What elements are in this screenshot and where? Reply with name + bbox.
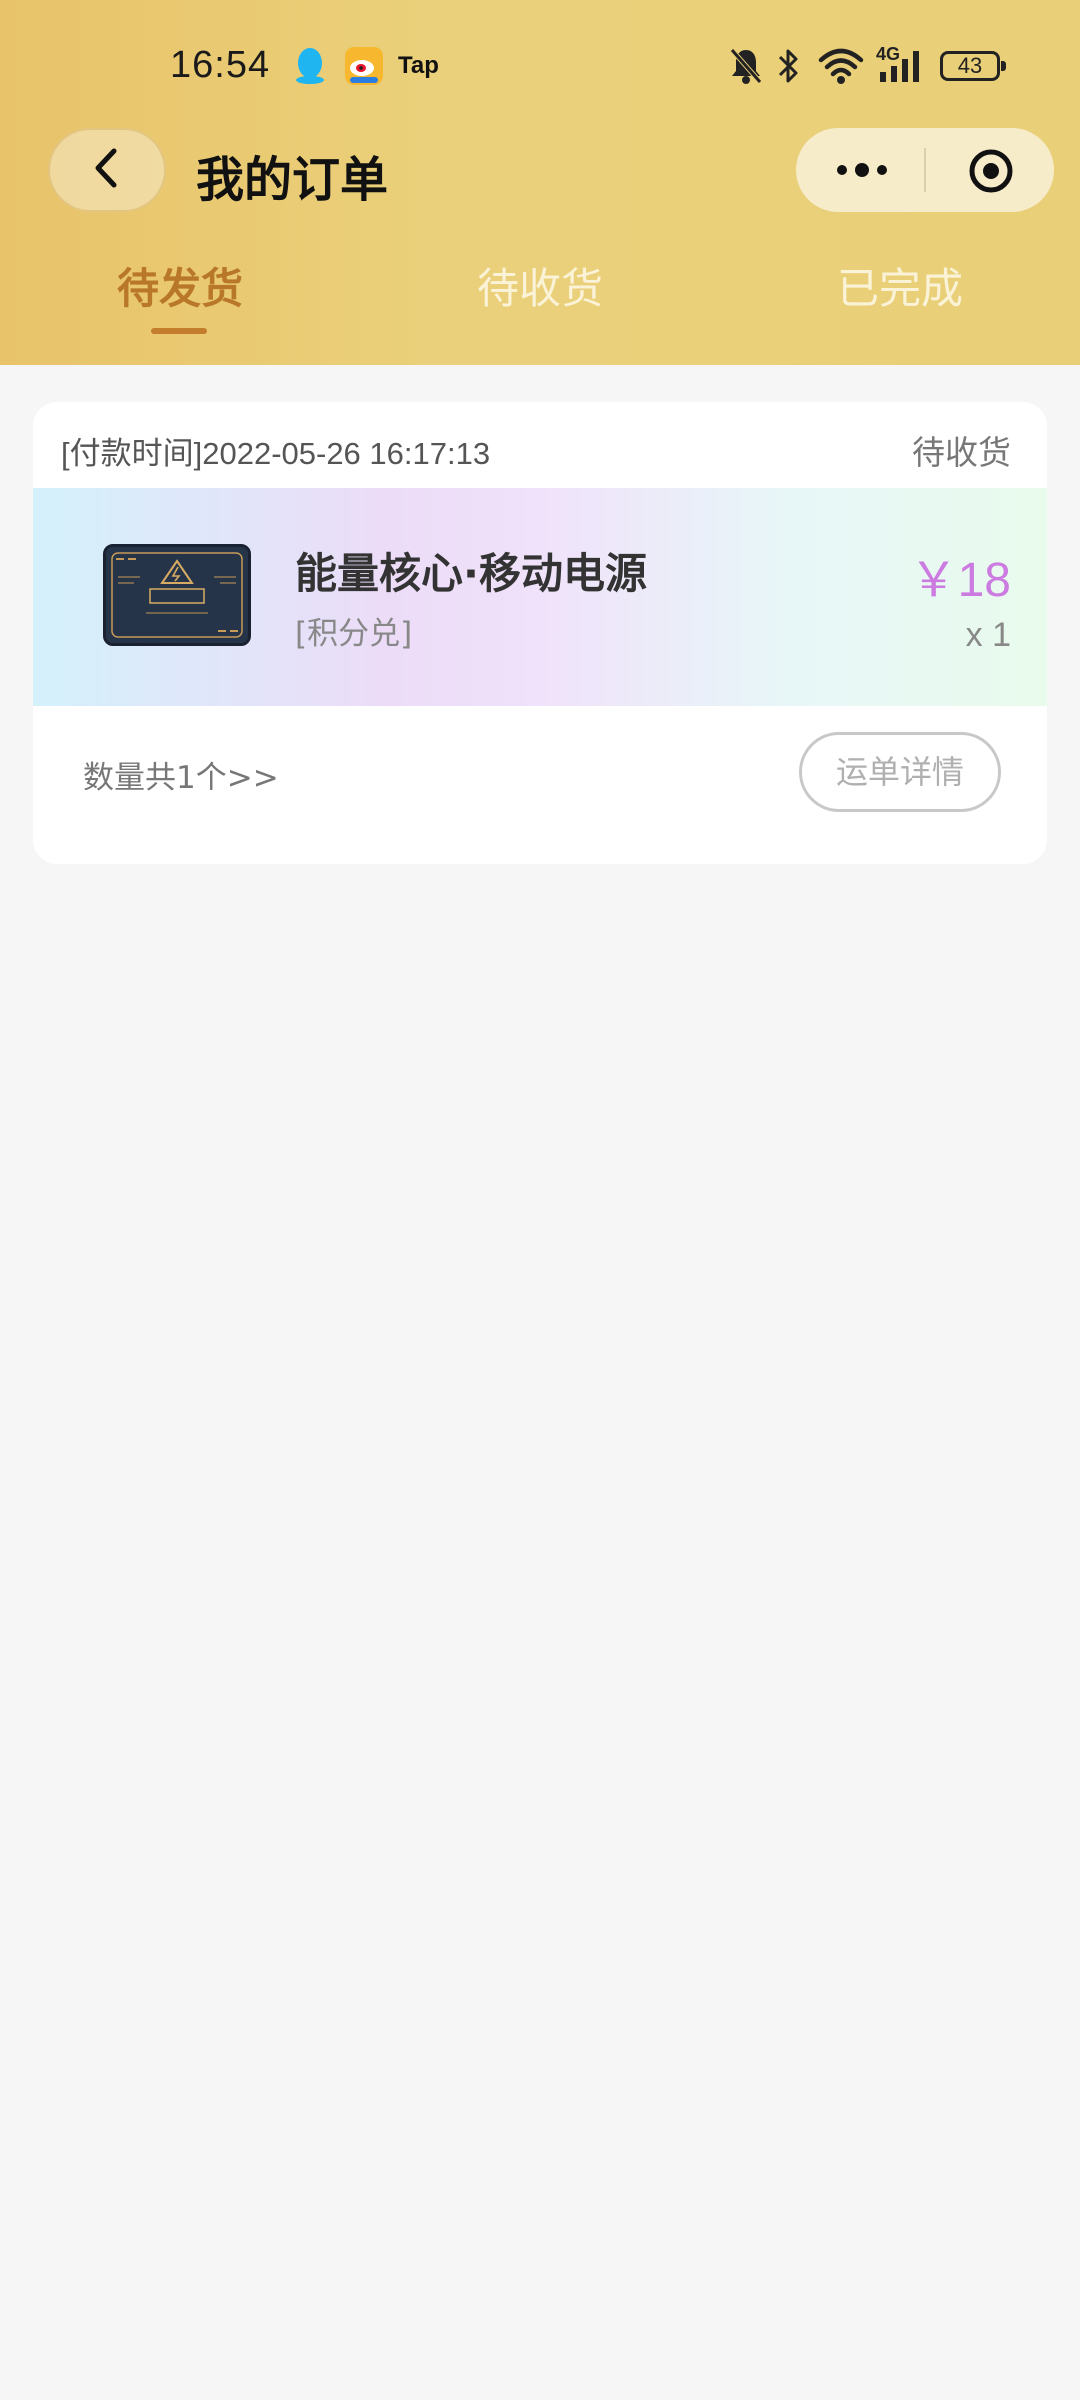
status-time: 16:54 — [170, 44, 271, 86]
capsule-divider — [924, 148, 926, 192]
product-name: 能量核心·移动电源 — [295, 549, 647, 598]
tab-pending-receipt[interactable]: 待收货 — [390, 255, 690, 316]
waybill-details-button[interactable]: 运单详情 — [799, 732, 1001, 812]
network-type-label: 4G — [876, 44, 901, 64]
wifi-icon — [818, 46, 864, 90]
chevron-left-icon — [90, 145, 124, 195]
page-title: 我的订单 — [196, 152, 389, 208]
header: 16:54 Tap 4G 43 我的订单 待发货 待收货 已完成 — [0, 0, 1080, 365]
product-quantity: x 1 — [965, 616, 1011, 654]
battery-icon: 43 — [940, 51, 1006, 81]
more-icon[interactable] — [832, 148, 892, 192]
target-icon[interactable] — [968, 148, 1014, 194]
tab-pending-shipment[interactable]: 待发货 — [30, 255, 330, 316]
order-card[interactable]: [付款时间]2022-05-26 16:17:13 待收货 能量核心·移动电源 … — [33, 402, 1047, 864]
miniapp-capsule — [796, 128, 1054, 212]
bluetooth-icon — [776, 46, 802, 90]
active-tab-indicator — [151, 328, 207, 334]
qq-icon — [292, 46, 328, 90]
back-button[interactable] — [48, 128, 166, 212]
mute-icon — [728, 46, 764, 90]
item-count-link[interactable]: 数量共1个>> — [83, 752, 279, 797]
tab-completed[interactable]: 已完成 — [750, 255, 1050, 316]
weibo-icon — [344, 46, 384, 90]
tap-icon: Tap — [398, 52, 439, 79]
product-image — [103, 544, 251, 646]
pay-time: [付款时间]2022-05-26 16:17:13 — [61, 436, 491, 471]
status-bar: 16:54 Tap 4G 43 — [0, 0, 1080, 135]
order-status: 待收货 — [912, 433, 1011, 472]
product-price: ￥18 — [909, 554, 1011, 607]
product-row[interactable]: 能量核心·移动电源 [积分兑] ￥18 x 1 — [33, 488, 1047, 706]
product-tag: [积分兑] — [295, 616, 413, 652]
